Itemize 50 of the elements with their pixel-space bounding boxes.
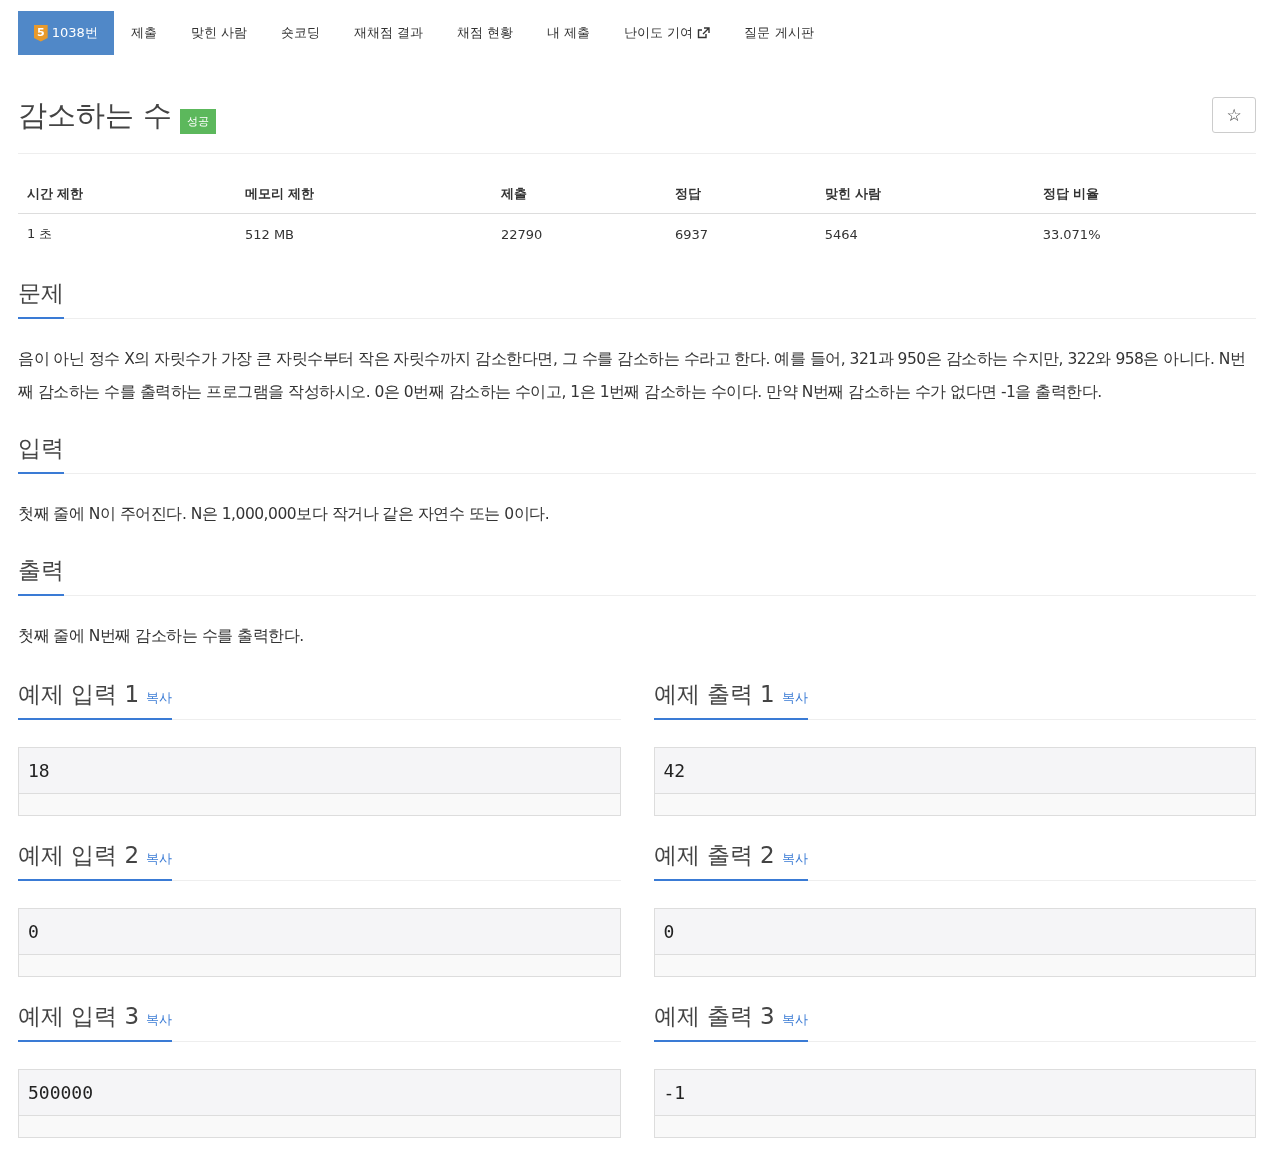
- level-badge: 5: [34, 24, 48, 42]
- problem-tab[interactable]: 5 1038번: [18, 11, 114, 55]
- sample-value: -1: [654, 1070, 1255, 1116]
- problem-title: 감소하는 수: [18, 100, 173, 130]
- sample-value: 0: [19, 909, 620, 955]
- section-heading: 입력: [18, 434, 64, 463]
- copy-link[interactable]: 복사: [781, 689, 808, 707]
- section-text: 음이 아닌 정수 X의 자릿수가 가장 큰 자릿수부터 작은 자릿수까지 감소한다면, 그 수를 감소하는 수라고 한다. 예를 들어, 321과 950은 감소하는 수지만, 322와 958은 아니다. N번째 감소하는 수를 출력하는 프로그램을 작성하시오. 0은 0번째 감소하는 수이고, 1은 1번째 감소하는 수이다. 만약 N번째 감소하는 수가 없다면 -1을 출력한다.: [18, 349, 1247, 403]
- copy-link[interactable]: 복사: [781, 850, 808, 868]
- copy-link[interactable]: 복사: [146, 1011, 173, 1029]
- sample-value: 18: [19, 748, 620, 794]
- copy-link[interactable]: 복사: [146, 850, 173, 868]
- sample-heading: 예제 입력 2: [18, 841, 140, 870]
- table-cell: 33.071%: [1033, 213, 1256, 254]
- sample-value: 42: [654, 748, 1255, 794]
- section-text: 첫째 줄에 N번째 감소하는 수를 출력한다.: [18, 626, 305, 647]
- star-button[interactable]: ☆: [1212, 97, 1256, 133]
- copy-link[interactable]: 복사: [781, 1011, 808, 1029]
- sample-heading: 예제 입력 3: [18, 1002, 140, 1031]
- section-heading: 문제: [18, 279, 64, 308]
- status-label: 성공: [180, 108, 217, 134]
- column-header: 정답: [665, 176, 816, 214]
- sample-heading: 예제 출력 1: [653, 680, 775, 709]
- section-text: 첫째 줄에 N이 주어진다. N은 1,000,000보다 작거나 같은 자연수 또는 0이다.: [18, 504, 551, 525]
- column-header: 정답 비율: [1033, 176, 1256, 214]
- column-header: 맞힌 사람: [815, 176, 1034, 214]
- sample-value: 0: [654, 909, 1255, 955]
- column-header: 시간 제한: [18, 176, 236, 214]
- problem-tab[interactable]: 난이도 기여: [607, 11, 728, 55]
- sample-heading: 예제 출력 3: [653, 1002, 775, 1031]
- sample-heading: 예제 출력 2: [653, 841, 775, 870]
- problem-tab[interactable]: 숏코딩: [263, 11, 337, 55]
- table-cell: 512 MB: [235, 213, 492, 254]
- column-header: 제출: [492, 176, 666, 214]
- problem-tab[interactable]: 재채점 결과: [336, 11, 441, 55]
- section-heading: 출력: [18, 556, 64, 585]
- problem-tab[interactable]: 내 제출: [530, 11, 608, 55]
- problem-tab[interactable]: 제출: [113, 11, 174, 55]
- problem-tab[interactable]: 질문 게시판: [727, 11, 831, 55]
- table-cell: 1 초: [18, 213, 236, 254]
- table-cell: 5464: [815, 213, 1034, 254]
- table-cell: 6937: [665, 213, 816, 254]
- copy-link[interactable]: 복사: [146, 689, 173, 707]
- sample-value: 500000: [19, 1070, 620, 1116]
- table-cell: 22790: [492, 213, 666, 254]
- sample-heading: 예제 입력 1: [18, 680, 140, 709]
- problem-tab[interactable]: 맞힌 사람: [173, 11, 264, 55]
- external-link-icon: [697, 27, 711, 39]
- column-header: 메모리 제한: [235, 176, 492, 214]
- problem-tab[interactable]: 채점 현황: [440, 11, 531, 55]
